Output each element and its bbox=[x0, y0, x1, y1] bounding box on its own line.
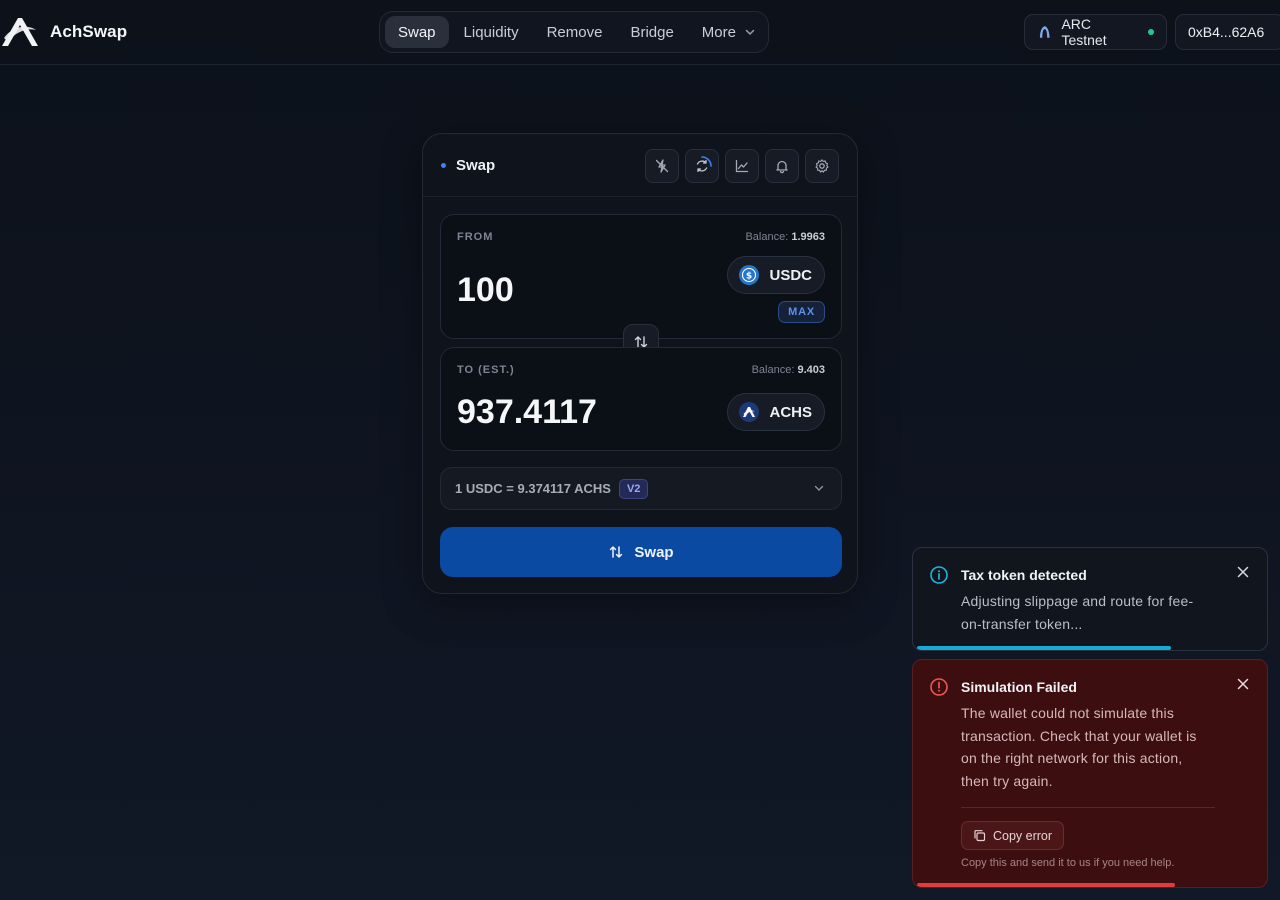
nav-tab-label: Remove bbox=[546, 23, 603, 41]
toast-simulation-failed: Simulation Failed The wallet could not s… bbox=[912, 659, 1268, 888]
swap-button[interactable]: Swap bbox=[440, 527, 842, 577]
max-button[interactable]: MAX bbox=[778, 301, 825, 323]
toast-progress-bar bbox=[917, 883, 1175, 887]
from-token-selector[interactable]: $ USDC bbox=[727, 256, 825, 294]
status-dot bbox=[441, 162, 446, 168]
refresh-icon bbox=[696, 156, 712, 173]
balance-label: Balance: bbox=[751, 364, 795, 376]
swap-card: Swap FROM Balance: 1.9963 100 $ USDC MAX… bbox=[422, 133, 858, 594]
toast-help-text: Copy this and send it to us if you need … bbox=[961, 857, 1175, 869]
close-icon[interactable] bbox=[1237, 678, 1249, 692]
wallet-address-button[interactable]: 0xB4...62A6 bbox=[1175, 14, 1280, 50]
network-selector-button[interactable]: ARC Testnet bbox=[1024, 14, 1167, 50]
achswap-logo-icon bbox=[2, 18, 38, 46]
nav-tab-liquidity[interactable]: Liquidity bbox=[451, 16, 532, 48]
route-version-badge: V2 bbox=[618, 478, 649, 499]
copy-error-button[interactable]: Copy error bbox=[961, 821, 1065, 850]
toast-title: Simulation Failed bbox=[961, 679, 1077, 695]
nav-tab-label: More bbox=[701, 23, 736, 41]
toast-progress-bar bbox=[917, 646, 1171, 650]
from-panel: FROM Balance: 1.9963 100 $ USDC MAX bbox=[440, 214, 842, 339]
toast-message: Adjusting slippage and route for fee-on-… bbox=[961, 593, 1194, 632]
rate-details-toggle[interactable]: 1 USDC = 9.374117 ACHS V2 bbox=[440, 467, 842, 510]
to-balance: Balance: 9.403 bbox=[752, 364, 825, 376]
alert-circle-icon bbox=[930, 678, 948, 696]
balance-label: Balance: bbox=[745, 231, 789, 243]
main-nav: Swap Liquidity Remove Bridge More bbox=[379, 11, 769, 53]
from-token-symbol: USDC bbox=[769, 266, 812, 284]
to-amount-output: 937.4117 bbox=[457, 393, 597, 431]
usdc-token-icon: $ bbox=[739, 265, 760, 285]
svg-text:$: $ bbox=[746, 272, 752, 282]
refresh-quote-button[interactable] bbox=[685, 149, 719, 183]
from-label: FROM bbox=[457, 231, 494, 243]
swap-card-title: Swap bbox=[456, 156, 496, 174]
toast-tax-token: Tax token detected Adjusting slippage an… bbox=[912, 547, 1268, 651]
chevron-down-icon bbox=[745, 29, 755, 36]
to-label: TO (EST.) bbox=[457, 364, 515, 376]
from-amount-input[interactable]: 100 bbox=[457, 271, 514, 310]
divider bbox=[961, 807, 1215, 808]
no-mev-icon bbox=[655, 159, 669, 173]
swap-arrows-icon bbox=[610, 546, 623, 558]
nav-tab-bridge[interactable]: Bridge bbox=[617, 16, 686, 48]
balance-value: 1.9963 bbox=[791, 231, 825, 243]
nav-tab-more[interactable]: More bbox=[689, 16, 769, 48]
to-token-selector[interactable]: ACHS bbox=[727, 393, 825, 431]
bell-icon bbox=[776, 160, 788, 174]
balance-value: 9.403 bbox=[797, 364, 825, 376]
exchange-rate: 1 USDC = 9.374117 ACHS bbox=[455, 481, 611, 496]
chart-icon bbox=[735, 159, 749, 173]
card-toolbar bbox=[645, 149, 839, 183]
nav-tab-label: Liquidity bbox=[463, 23, 519, 41]
mev-protection-button[interactable] bbox=[645, 149, 679, 183]
info-icon bbox=[930, 566, 948, 584]
wallet-address: 0xB4...62A6 bbox=[1188, 24, 1265, 40]
copy-error-label: Copy error bbox=[993, 828, 1053, 843]
nav-tab-remove[interactable]: Remove bbox=[534, 16, 616, 48]
to-panel: TO (EST.) Balance: 9.403 937.4117 ACHS bbox=[440, 347, 842, 451]
toast-message: The wallet could not simulate this trans… bbox=[961, 705, 1197, 789]
nav-tab-label: Bridge bbox=[630, 23, 674, 41]
network-status-dot bbox=[1148, 29, 1154, 35]
brand-logo[interactable]: AchSwap bbox=[0, 16, 127, 48]
network-label: ARC Testnet bbox=[1061, 16, 1107, 48]
settings-icon bbox=[815, 159, 829, 173]
chevron-down-icon bbox=[814, 485, 824, 491]
toast-title: Tax token detected bbox=[961, 567, 1087, 583]
swap-button-label: Swap bbox=[634, 543, 674, 561]
nav-tab-label: Swap bbox=[398, 23, 436, 41]
arc-network-icon bbox=[1039, 26, 1050, 38]
brand-name: AchSwap bbox=[50, 22, 128, 41]
copy-icon bbox=[974, 830, 986, 842]
nav-tab-swap[interactable]: Swap bbox=[385, 16, 449, 48]
swap-card-header: Swap bbox=[423, 134, 857, 197]
price-chart-button[interactable] bbox=[725, 149, 759, 183]
price-alert-button[interactable] bbox=[765, 149, 799, 183]
top-bar: AchSwap Swap Liquidity Remove Bridge Mor… bbox=[0, 0, 1280, 65]
close-icon[interactable] bbox=[1237, 566, 1249, 580]
to-token-symbol: ACHS bbox=[769, 403, 812, 421]
settings-button[interactable] bbox=[805, 149, 839, 183]
from-balance: Balance: 1.9963 bbox=[745, 231, 825, 243]
achs-token-icon bbox=[739, 402, 760, 422]
